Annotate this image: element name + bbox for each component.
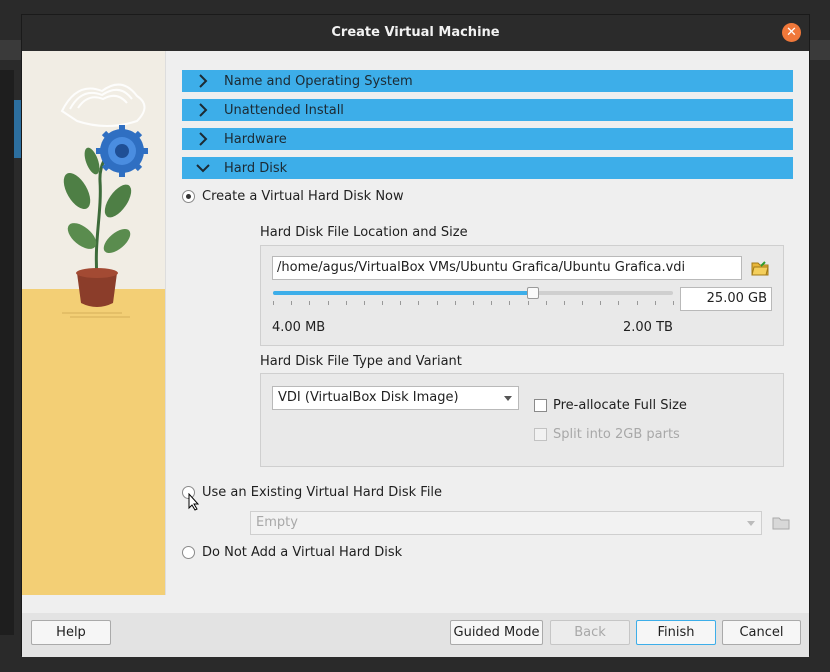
- chevron-right-icon: [194, 101, 212, 119]
- section-label: Unattended Install: [224, 102, 344, 118]
- checkbox-indicator: [534, 399, 547, 412]
- section-hardware[interactable]: Hardware: [182, 128, 793, 150]
- checkbox-indicator: [534, 428, 547, 441]
- section-name-os[interactable]: Name and Operating System: [182, 70, 793, 92]
- mouse-cursor-icon: [188, 493, 200, 511]
- back-button[interactable]: Back: [550, 620, 630, 645]
- window-title: Create Virtual Machine: [331, 25, 500, 40]
- background-window-accent: [14, 100, 21, 158]
- disk-file-path-field[interactable]: /home/agus/VirtualBox VMs/Ubuntu Grafica…: [272, 256, 742, 280]
- slider-tick: [291, 301, 293, 305]
- slider-tick: [654, 301, 656, 305]
- radio-existing-disk[interactable]: Use an Existing Virtual Hard Disk File: [182, 485, 442, 500]
- disk-type-select[interactable]: VDI (VirtualBox Disk Image): [272, 386, 519, 410]
- split-2gb-label: Split into 2GB parts: [553, 427, 680, 442]
- disk-size-field[interactable]: 25.00 GB: [680, 287, 772, 311]
- finish-button[interactable]: Finish: [636, 620, 716, 645]
- disk-type-value: VDI (VirtualBox Disk Image): [278, 390, 459, 405]
- section-label: Hardware: [224, 131, 287, 147]
- title-bar: Create Virtual Machine ✕: [22, 15, 809, 51]
- slider-tick: [636, 301, 638, 305]
- slider-tick: [545, 301, 547, 305]
- radio-no-disk[interactable]: Do Not Add a Virtual Hard Disk: [182, 545, 402, 560]
- radio-existing-disk-label: Use an Existing Virtual Hard Disk File: [202, 485, 443, 500]
- disk-size-slider-fill: [273, 291, 533, 295]
- existing-disk-value: Empty: [256, 515, 298, 530]
- dialog-footer: Help Guided Mode Back Finish Cancel: [22, 613, 809, 657]
- slider-tick: [563, 301, 565, 305]
- split-2gb-checkbox[interactable]: Split into 2GB parts: [534, 427, 680, 442]
- create-vm-dialog: Create Virtual Machine ✕ Name and Operat…: [21, 14, 810, 657]
- background-window-edge: [0, 40, 21, 60]
- slider-tick: [673, 301, 674, 305]
- size-max-label: 2.00 TB: [623, 320, 673, 335]
- wizard-illustration: [22, 51, 166, 595]
- chevron-down-icon: [194, 159, 212, 177]
- slider-tick: [327, 301, 329, 305]
- section-hard-disk[interactable]: Hard Disk: [182, 157, 793, 179]
- slider-tick: [618, 301, 620, 305]
- slider-tick: [509, 301, 511, 305]
- type-group-label: Hard Disk File Type and Variant: [260, 354, 462, 369]
- existing-disk-select[interactable]: Empty: [250, 511, 762, 535]
- radio-no-disk-label: Do Not Add a Virtual Hard Disk: [202, 545, 403, 560]
- size-min-label: 4.00 MB: [272, 320, 326, 335]
- section-label: Name and Operating System: [224, 73, 413, 89]
- radio-indicator: [182, 546, 195, 559]
- background-window-edge-left: [0, 70, 14, 635]
- close-icon[interactable]: ✕: [782, 23, 801, 42]
- slider-tick: [600, 301, 602, 305]
- slider-tick: [309, 301, 311, 305]
- slider-tick: [527, 301, 529, 305]
- slider-tick: [418, 301, 420, 305]
- location-group-box: /home/agus/VirtualBox VMs/Ubuntu Grafica…: [260, 245, 784, 346]
- type-group-box: VDI (VirtualBox Disk Image) Pre-allocate…: [260, 373, 784, 467]
- radio-indicator: [182, 190, 195, 203]
- chevron-down-icon: [504, 396, 512, 401]
- background-window-edge-right: [810, 40, 830, 60]
- guided-mode-button[interactable]: Guided Mode: [450, 620, 543, 645]
- slider-tick: [582, 301, 584, 305]
- slider-tick: [382, 301, 384, 305]
- slider-tick: [400, 301, 402, 305]
- slider-tick: [454, 301, 456, 305]
- slider-tick: [345, 301, 347, 305]
- chevron-right-icon: [194, 72, 212, 90]
- slider-tick: [363, 301, 365, 305]
- folder-icon-disabled[interactable]: [770, 512, 792, 534]
- slider-tick: [491, 301, 493, 305]
- slider-tick: [273, 301, 274, 305]
- radio-create-disk[interactable]: Create a Virtual Hard Disk Now: [182, 189, 404, 204]
- section-label: Hard Disk: [224, 160, 288, 176]
- slider-tick: [473, 301, 474, 305]
- preallocate-checkbox[interactable]: Pre-allocate Full Size: [534, 398, 687, 413]
- folder-open-icon[interactable]: [749, 257, 771, 279]
- help-button[interactable]: Help: [31, 620, 111, 645]
- disk-size-slider-handle[interactable]: [527, 287, 539, 299]
- cancel-button[interactable]: Cancel: [722, 620, 801, 645]
- slider-tick: [436, 301, 438, 305]
- location-group-label: Hard Disk File Location and Size: [260, 225, 468, 240]
- chevron-down-icon: [747, 521, 755, 526]
- chevron-right-icon: [194, 130, 212, 148]
- section-unattended-install[interactable]: Unattended Install: [182, 99, 793, 121]
- radio-create-disk-label: Create a Virtual Hard Disk Now: [202, 189, 404, 204]
- preallocate-label: Pre-allocate Full Size: [553, 398, 687, 413]
